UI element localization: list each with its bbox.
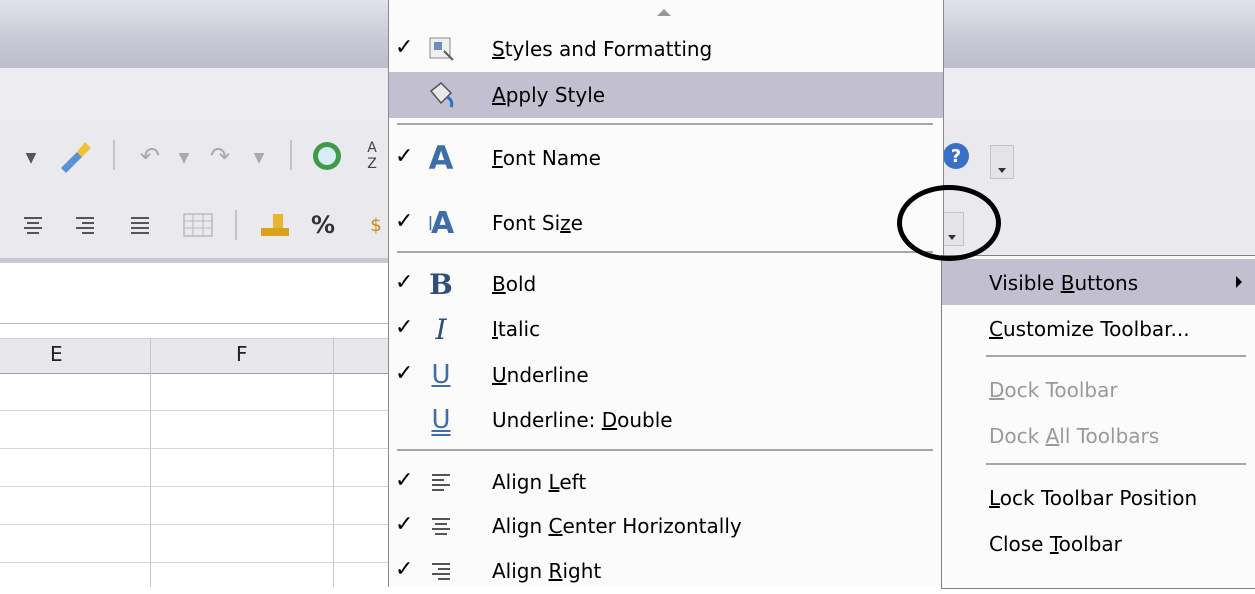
menu-separator	[986, 463, 1246, 465]
menu-item-label: Align Center Horizontally	[492, 514, 742, 538]
grid-column-line	[333, 338, 334, 587]
check-icon: ✓	[395, 557, 414, 582]
menu-item-italic[interactable]: ✓ I Italic	[389, 306, 943, 352]
percent-format-icon[interactable]: %	[308, 206, 338, 244]
menu-item-label: Align Left	[492, 470, 587, 494]
check-icon: ✓	[395, 209, 414, 234]
menu-item-label: Dock Toolbar	[989, 378, 1118, 402]
menu-item-label: Bold	[492, 272, 537, 296]
merge-cells-icon[interactable]	[180, 208, 216, 242]
menu-item-label: Underline	[492, 363, 589, 387]
percent-label: %	[310, 211, 336, 239]
chevron-down-icon[interactable]: ▼	[22, 143, 40, 173]
column-header-f[interactable]: F	[236, 342, 248, 366]
menu-item-label: Italic	[492, 317, 541, 341]
sort-ascending-icon[interactable]: AZ	[362, 136, 382, 176]
menu-separator	[397, 449, 933, 451]
menu-item-dock-toolbar: Dock Toolbar	[942, 366, 1255, 412]
menu-item-apply-style[interactable]: Apply Style	[389, 72, 943, 118]
underline-icon: U	[431, 360, 451, 390]
clone-formatting-brush-icon[interactable]	[50, 136, 100, 176]
menu-item-label: Underline: Double	[492, 408, 673, 432]
check-icon: ✓	[395, 468, 414, 493]
menu-item-customize-toolbar[interactable]: Customize Toolbar...	[942, 305, 1255, 351]
annotation-circle	[897, 185, 1001, 261]
menu-scroll-up-arrow[interactable]	[389, 0, 943, 26]
menu-item-underline-double[interactable]: U Underline: Double	[389, 397, 943, 443]
menu-item-label: Lock Toolbar Position	[989, 486, 1198, 510]
align-center-icon[interactable]	[18, 208, 48, 242]
visible-buttons-menu: ✓ Styles and Formatting Apply Style ✓ A …	[388, 0, 944, 587]
menu-separator	[397, 251, 933, 253]
toolbar-separator	[113, 140, 115, 170]
font-name-icon: A	[428, 139, 454, 177]
menu-item-label: Font Name	[492, 146, 601, 170]
font-size-icon: | A	[427, 205, 455, 241]
chevron-down-icon[interactable]: ▼	[250, 143, 268, 173]
menu-item-align-right[interactable]: ✓ Align Right	[389, 548, 943, 594]
menu-item-styles-and-formatting[interactable]: ✓ Styles and Formatting	[389, 26, 943, 72]
justify-icon[interactable]	[125, 208, 155, 242]
toolbar-overflow-button[interactable]	[990, 145, 1014, 179]
toolbar-separator	[290, 140, 292, 170]
menu-item-underline[interactable]: ✓ U Underline	[389, 352, 943, 398]
apply-style-paint-icon	[421, 77, 461, 113]
menu-item-label: Visible Buttons	[989, 271, 1139, 295]
redo-icon[interactable]: ↷	[198, 138, 242, 174]
menu-item-dock-all-toolbars: Dock All Toolbars	[942, 412, 1255, 458]
align-right-icon[interactable]	[70, 208, 100, 242]
menu-item-label: Dock All Toolbars	[989, 424, 1160, 448]
underline-double-icon: U	[431, 405, 451, 435]
currency-format-icon[interactable]	[255, 206, 295, 244]
submenu-arrow-icon	[1236, 276, 1242, 288]
menu-item-close-toolbar[interactable]: Close Toolbar	[942, 520, 1255, 566]
align-right-icon	[421, 553, 461, 589]
menu-item-label: Apply Style	[492, 83, 606, 107]
bold-icon: B	[429, 267, 453, 301]
menu-item-label: Close Toolbar	[989, 532, 1122, 556]
hyperlink-globe-icon[interactable]	[305, 136, 349, 176]
check-icon: ✓	[395, 35, 414, 60]
menu-separator	[986, 355, 1246, 357]
toolbar-context-menu: Visible Buttons Customize Toolbar... Doc…	[941, 255, 1255, 589]
menu-item-bold[interactable]: ✓ B Bold	[389, 261, 943, 307]
menu-item-font-size[interactable]: ✓ | A Font Size	[389, 200, 943, 246]
check-icon: ✓	[395, 361, 414, 386]
column-header-e[interactable]: E	[50, 342, 63, 366]
italic-icon: I	[435, 312, 447, 346]
align-left-icon	[421, 464, 461, 500]
menu-item-visible-buttons[interactable]: Visible Buttons	[942, 259, 1255, 305]
toolbar-separator	[235, 210, 237, 240]
menu-item-label: Styles and Formatting	[492, 37, 713, 61]
check-icon: ✓	[395, 512, 414, 537]
align-center-icon	[421, 508, 461, 544]
styles-formatting-icon	[421, 31, 461, 67]
menu-separator	[397, 123, 933, 125]
check-icon: ✓	[395, 270, 414, 295]
grid-column-line	[150, 338, 151, 587]
menu-item-label: Align Right	[492, 559, 602, 583]
menu-item-align-left[interactable]: ✓ Align Left	[389, 459, 943, 505]
check-icon: ✓	[395, 144, 414, 169]
svg-text:?: ?	[951, 146, 961, 167]
chevron-down-icon[interactable]: ▼	[175, 143, 193, 173]
menu-item-label: Customize Toolbar...	[989, 317, 1190, 341]
standard-format-icon[interactable]: $	[365, 206, 387, 244]
menu-item-font-name[interactable]: ✓ A Font Name	[389, 135, 943, 181]
menu-item-lock-toolbar-position[interactable]: Lock Toolbar Position	[942, 474, 1255, 520]
menu-item-align-center[interactable]: ✓ Align Center Horizontally	[389, 503, 943, 549]
menu-item-label: Font Size	[492, 211, 583, 235]
undo-icon[interactable]: ↶	[128, 138, 172, 174]
check-icon: ✓	[395, 315, 414, 340]
